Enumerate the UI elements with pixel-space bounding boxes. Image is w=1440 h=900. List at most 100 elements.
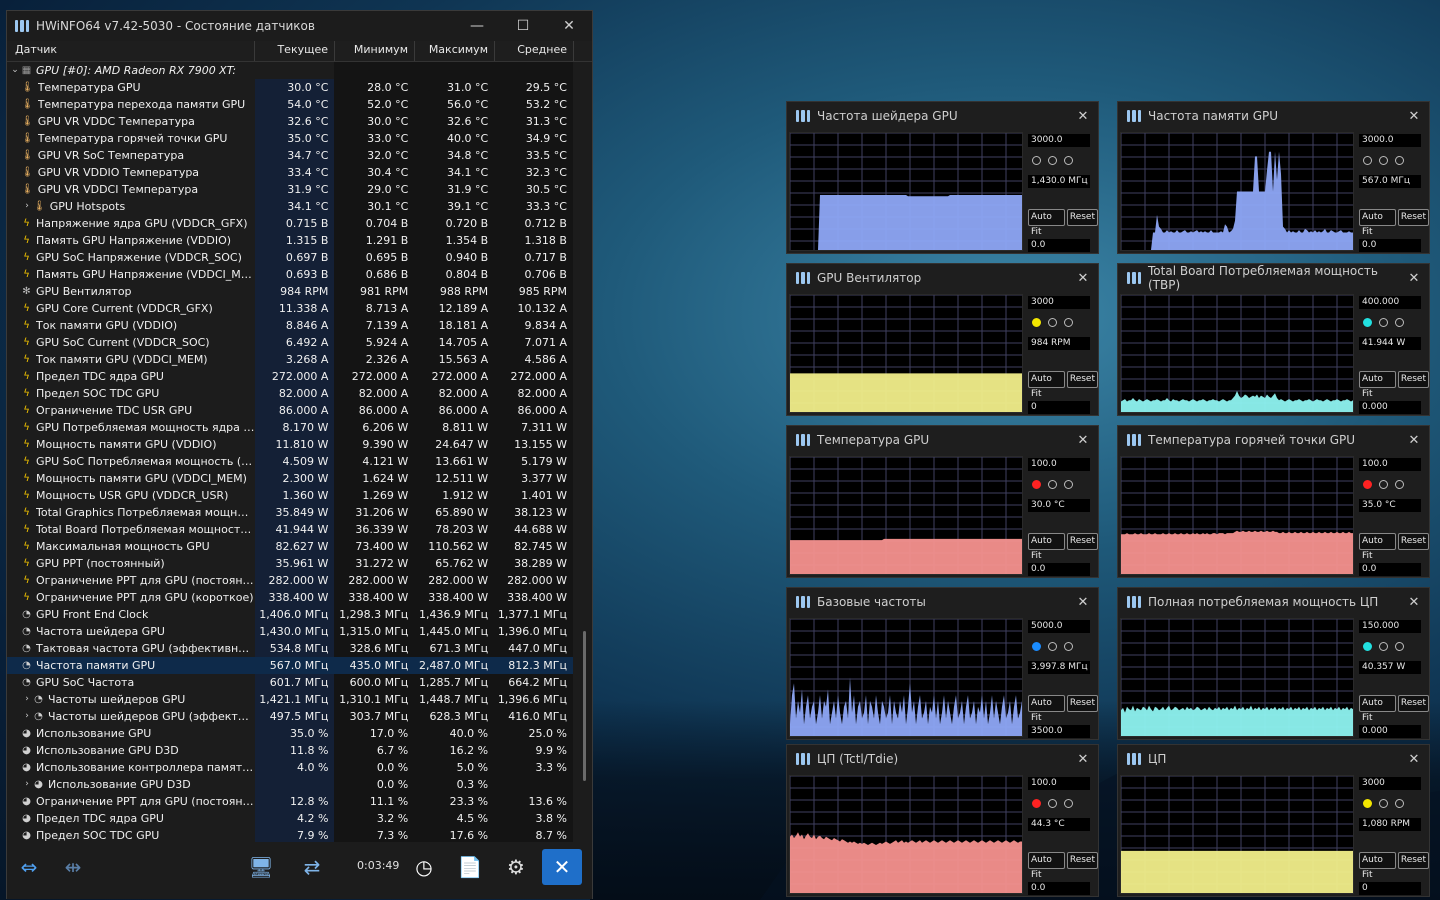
graph-window[interactable]: Частота памяти GPU ✕ 3000.0 567.0 МГц Auto F… <box>1117 101 1430 254</box>
close-icon[interactable]: ✕ <box>1068 109 1098 124</box>
graph-max-field[interactable]: 3000.0 <box>1359 134 1421 147</box>
expand-chevron-icon[interactable]: › <box>21 776 33 793</box>
color-dot-icon[interactable] <box>1395 799 1404 808</box>
graph-max-field[interactable]: 3000 <box>1359 777 1421 790</box>
close-icon[interactable]: ✕ <box>1399 595 1429 610</box>
color-dot-icon[interactable] <box>1379 642 1388 651</box>
expand-chevron-icon[interactable]: › <box>21 691 33 708</box>
sensor-row[interactable]: ϟ Предел SOC TDC GPU 82.000 A 82.000 A 82.00… <box>7 385 573 402</box>
graph-max-field[interactable]: 400.000 <box>1359 296 1421 309</box>
sensor-row[interactable]: 🌡 GPU VR SoC Температура 34.7 °C 32.0 °C 34.… <box>7 147 573 164</box>
expand-arrows-icon[interactable]: ⇔ <box>9 849 49 885</box>
reset-button[interactable]: Reset <box>1397 533 1429 550</box>
graph-window[interactable]: ЦП (Tctl/Tdie) ✕ 100.0 44.3 °C Auto Fit Reset… <box>786 744 1099 897</box>
graph-window[interactable]: Total Board Потребляемая мощность (TBP) ✕… <box>1117 263 1430 416</box>
color-dot-icon[interactable] <box>1363 318 1372 327</box>
graph-title-bar[interactable]: ЦП ✕ <box>1118 745 1429 773</box>
color-dot-icon[interactable] <box>1048 156 1057 165</box>
color-dot-icon[interactable] <box>1379 480 1388 489</box>
auto-fit-button[interactable]: Auto Fit <box>1028 852 1065 880</box>
reset-button[interactable]: Reset <box>1066 695 1098 712</box>
graph-window[interactable]: Температура горячей точки GPU ✕ 100.0 35.0 … <box>1117 425 1430 578</box>
color-dot-icon[interactable] <box>1048 799 1057 808</box>
graph-min-field[interactable]: 0.0 <box>1028 563 1090 576</box>
sensor-row[interactable]: ϟ Ограничение PPT для GPU (постоянное) 282… <box>7 572 573 589</box>
graph-min-field[interactable]: 0.0 <box>1359 563 1421 576</box>
graph-max-field[interactable]: 5000.0 <box>1028 620 1090 633</box>
close-icon[interactable]: ✕ <box>1399 109 1429 124</box>
color-dot-icon[interactable] <box>1379 156 1388 165</box>
graph-title-bar[interactable]: Полная потребляемая мощность ЦП ✕ <box>1118 588 1429 616</box>
sensor-row[interactable]: ϟ Ограничение PPT для GPU (короткое) 338.4… <box>7 589 573 606</box>
color-dot-icon[interactable] <box>1395 480 1404 489</box>
color-dot-icon[interactable] <box>1363 642 1372 651</box>
auto-fit-button[interactable]: Auto Fit <box>1028 695 1065 723</box>
graph-max-field[interactable]: 3000.0 <box>1028 134 1090 147</box>
reset-button[interactable]: Reset <box>1397 852 1429 869</box>
sensor-row[interactable]: 🌡 Температура перехода памяти GPU 54.0 °C 5… <box>7 96 573 113</box>
sensor-row[interactable]: ϟ Мощность памяти GPU (VDDCI_MEM) 2.300 W1… <box>7 470 573 487</box>
sensor-row[interactable]: ϟ GPU SoC Напряжение (VDDCR_SOC) 0.697 В 0.… <box>7 249 573 266</box>
graph-title-bar[interactable]: ЦП (Tctl/Tdie) ✕ <box>787 745 1098 773</box>
graph-title-bar[interactable]: GPU Вентилятор ✕ <box>787 264 1098 292</box>
close-icon[interactable]: ✕ <box>1399 752 1429 767</box>
graph-title-bar[interactable]: Частота памяти GPU ✕ <box>1118 102 1429 130</box>
auto-fit-button[interactable]: Auto Fit <box>1359 533 1396 561</box>
close-icon[interactable]: ✕ <box>1068 595 1098 610</box>
graph-window[interactable]: Базовые частоты ✕ 5000.0 3,997.8 МГц Auto Fi… <box>786 587 1099 740</box>
graph-min-field[interactable]: 0 <box>1028 401 1090 414</box>
graph-min-field[interactable]: 0.000 <box>1359 725 1421 738</box>
graph-min-field[interactable]: 0.0 <box>1028 239 1090 252</box>
sensor-row[interactable]: ϟ Ограничение TDC USR GPU 86.000 A 86.000 A… <box>7 402 573 419</box>
sensor-row[interactable]: ◔ GPU Front End Clock 1,406.0 МГц 1,298.3 М… <box>7 606 573 623</box>
graph-max-field[interactable]: 3000 <box>1028 296 1090 309</box>
sensor-row[interactable]: ϟ Память GPU Напряжение (VDDCI_MEM) 0.693 … <box>7 266 573 283</box>
auto-fit-button[interactable]: Auto Fit <box>1359 209 1396 237</box>
graph-max-field[interactable]: 150.000 <box>1359 620 1421 633</box>
monitor-icon[interactable]: 🖥 <box>241 849 281 885</box>
graph-window[interactable]: Полная потребляемая мощность ЦП ✕ 150.000 4… <box>1117 587 1430 740</box>
graph-max-field[interactable]: 100.0 <box>1359 458 1421 471</box>
graph-min-field[interactable]: 0 <box>1359 882 1421 895</box>
sensor-row[interactable]: › ◔ Частоты шейдеров GPU 1,421.1 МГц 1,310.1… <box>7 691 573 708</box>
expand-chevron-icon[interactable]: › <box>21 708 33 725</box>
close-icon[interactable]: ✕ <box>1399 433 1429 448</box>
graph-window[interactable]: GPU Вентилятор ✕ 3000 984 RPM Auto Fit Reset 0 <box>786 263 1099 416</box>
sensor-row[interactable]: › ◕ Использование GPU D3D 0.0 % 0.3 % <box>7 776 573 793</box>
sensor-row[interactable]: ◔ Частота памяти GPU 567.0 МГц 435.0 МГц 2,4… <box>7 657 573 674</box>
sensor-row[interactable]: ◕ Использование GPU D3D 11.8 % 6.7 % 16.2 % 9… <box>7 742 573 759</box>
sensor-row[interactable]: ϟ Total Graphics Потребляемая мощност... 3… <box>7 504 573 521</box>
log-file-icon[interactable]: 📄 <box>450 849 490 885</box>
reset-button[interactable]: Reset <box>1397 371 1429 388</box>
sensor-row[interactable]: ϟ Максимальная мощность GPU 82.627 W 73.400… <box>7 538 573 555</box>
graph-title-bar[interactable]: Температура горячей точки GPU ✕ <box>1118 426 1429 454</box>
color-dot-icon[interactable] <box>1363 799 1372 808</box>
reset-button[interactable]: Reset <box>1066 209 1098 226</box>
expand-chevron-icon[interactable]: › <box>21 198 33 215</box>
settings-gear-icon[interactable]: ⚙ <box>496 849 536 885</box>
sensor-row[interactable]: 🌡 GPU VR VDDIO Температура 33.4 °C 30.4 °C 3… <box>7 164 573 181</box>
col-sensor[interactable]: Датчик <box>7 41 255 61</box>
close-x-icon[interactable]: ✕ <box>542 849 582 885</box>
maximize-icon[interactable]: ☐ <box>500 11 546 41</box>
color-dot-icon[interactable] <box>1032 480 1041 489</box>
sensor-row[interactable]: ◔ Тактовая частота GPU (эффективная) 534.8… <box>7 640 573 657</box>
sensor-row[interactable]: 🌡 GPU VR VDDC Температура 32.6 °C 30.0 °C 32… <box>7 113 573 130</box>
sensor-row[interactable]: › 🌡 GPU Hotspots 34.1 °C 30.1 °C 39.1 °C 33.3 … <box>7 198 573 215</box>
graph-max-field[interactable]: 100.0 <box>1028 458 1090 471</box>
sensor-row[interactable]: ϟ Мощность USR GPU (VDDCR_USR) 1.360 W 1.26… <box>7 487 573 504</box>
color-dot-icon[interactable] <box>1379 799 1388 808</box>
color-dot-icon[interactable] <box>1032 156 1041 165</box>
graph-max-field[interactable]: 100.0 <box>1028 777 1090 790</box>
sensor-row[interactable]: ϟ Напряжение ядра GPU (VDDCR_GFX) 0.715 В0… <box>7 215 573 232</box>
col-min[interactable]: Минимум <box>335 41 415 61</box>
graph-min-field[interactable]: 3500.0 <box>1028 725 1090 738</box>
sensor-row[interactable]: ϟ Мощность памяти GPU (VDDIO) 11.810 W 9.39… <box>7 436 573 453</box>
color-dot-icon[interactable] <box>1379 318 1388 327</box>
auto-fit-button[interactable]: Auto Fit <box>1028 209 1065 237</box>
auto-fit-button[interactable]: Auto Fit <box>1028 371 1065 399</box>
color-dot-icon[interactable] <box>1395 642 1404 651</box>
sensor-row[interactable]: ϟ GPU Потребляемая мощность ядра (V... 8.1… <box>7 419 573 436</box>
color-dot-icon[interactable] <box>1032 318 1041 327</box>
close-icon[interactable]: ✕ <box>546 11 592 41</box>
